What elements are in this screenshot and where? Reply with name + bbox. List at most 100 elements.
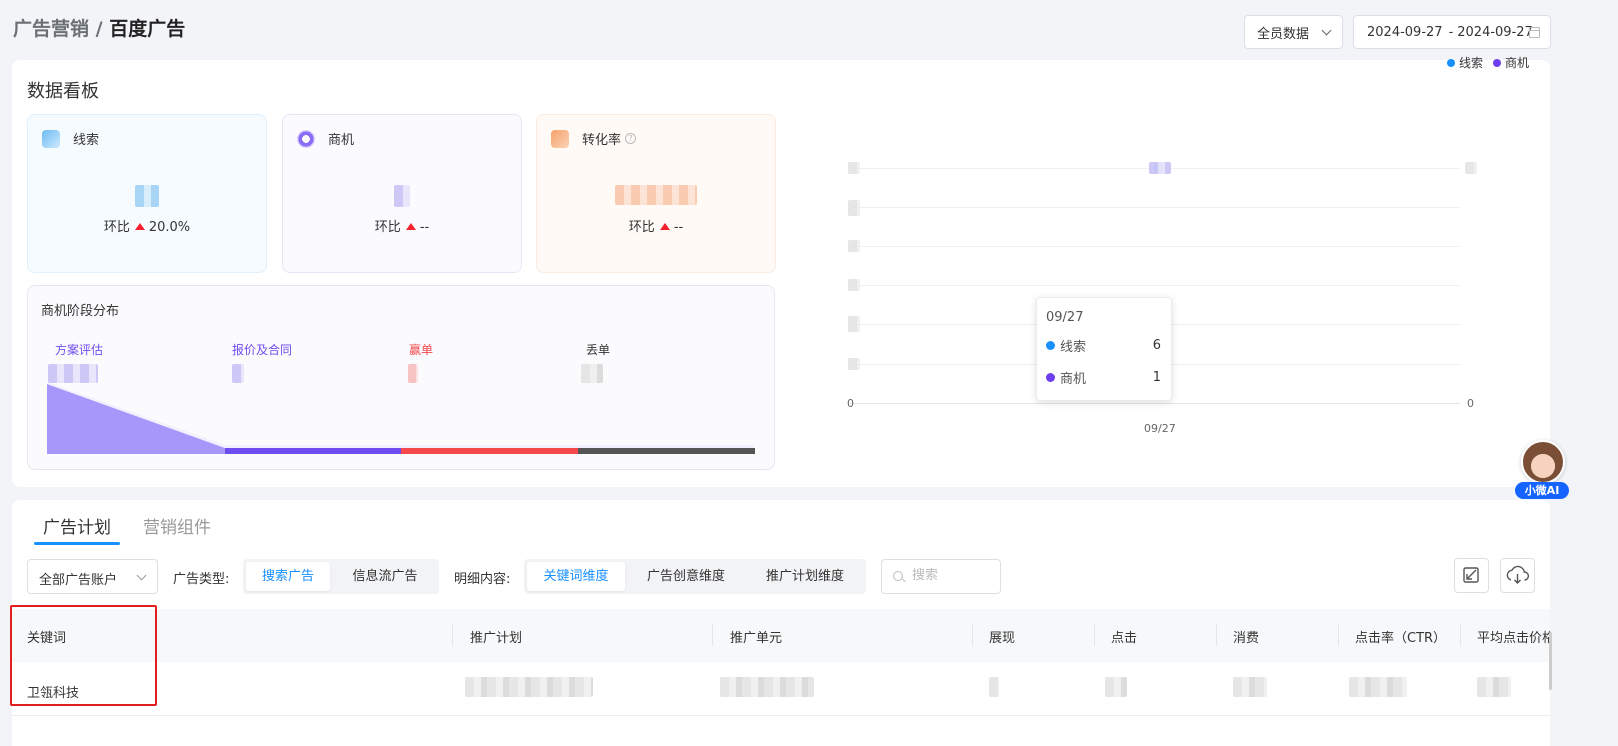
column-divider[interactable] — [1094, 624, 1095, 646]
column-divider[interactable] — [1216, 624, 1217, 646]
cloud-download-icon — [1506, 565, 1530, 584]
export-button[interactable] — [1454, 558, 1489, 593]
stat-label: 商机 — [328, 133, 355, 148]
tooltip-series-value: 1 — [1152, 370, 1161, 385]
stage-value-redacted — [408, 364, 418, 383]
stage-value-redacted — [581, 364, 603, 383]
page-title: 百度广告 — [109, 18, 186, 40]
column-header: 展现 — [989, 631, 1016, 646]
tooltip-row: 线索 6 — [1046, 336, 1161, 355]
ad-plan-section: 广告计划 营销组件 全部广告账户 广告类型: 搜索广告 信息流广告 明细内容: … — [12, 500, 1550, 746]
stat-ratio: 环比 -- — [537, 216, 775, 235]
data-scope-select[interactable]: 全员数据 — [1244, 15, 1343, 49]
ratio-label: 环比 — [628, 220, 655, 235]
opportunity-icon — [297, 129, 315, 148]
detail-plan[interactable]: 推广计划维度 — [748, 562, 862, 591]
y-tick-redacted-right — [1465, 162, 1477, 174]
avatar — [1521, 440, 1565, 484]
account-select[interactable]: 全部广告账户 — [27, 559, 158, 594]
trend-up-icon — [659, 223, 670, 230]
chart-legend: 线索 商机 — [1447, 54, 1529, 71]
tooltip-dot-opportunities — [1046, 373, 1055, 382]
dashboard-panel: 数据看板 线索 环比 20.0% 商机 环比 -- 转化率 ? 环比 -- 商机… — [12, 60, 1550, 487]
detail-content-label: 明细内容: — [454, 572, 511, 587]
ratio-value: -- — [419, 220, 430, 235]
download-button[interactable] — [1500, 558, 1535, 593]
date-start[interactable]: 2024-09-27 — [1367, 25, 1443, 40]
date-range-picker[interactable]: 2024-09-27 - 2024-09-27 — [1353, 15, 1551, 49]
ad-type-segmented: 搜索广告 信息流广告 — [243, 559, 439, 594]
tab-ad-plan[interactable]: 广告计划 — [43, 513, 111, 538]
table-scrollbar[interactable] — [1549, 632, 1552, 690]
ratio-value: -- — [673, 220, 684, 235]
cost-cell-redacted — [1233, 677, 1267, 697]
column-divider[interactable] — [972, 624, 973, 646]
tooltip-series-name: 线索 — [1060, 340, 1087, 355]
column-divider[interactable] — [452, 624, 453, 646]
detail-creative[interactable]: 广告创意维度 — [630, 562, 742, 591]
column-divider[interactable] — [1460, 624, 1461, 646]
ad-type-feed[interactable]: 信息流广告 — [335, 562, 435, 591]
stage-area-evaluation[interactable] — [47, 384, 225, 454]
data-point-opportunities[interactable] — [1149, 162, 1171, 174]
date-end[interactable]: 2024-09-27 — [1457, 25, 1533, 40]
y-tick-redacted — [848, 200, 860, 216]
stage-distribution: 商机阶段分布 方案评估 报价及合同 赢单 丢单 — [27, 285, 775, 470]
x-tick-label: 09/27 — [1144, 422, 1176, 435]
y-tick-redacted — [848, 162, 860, 174]
search-input[interactable] — [912, 568, 992, 583]
ratio-value: 20.0% — [148, 220, 191, 235]
ad-type-search[interactable]: 搜索广告 — [246, 562, 330, 591]
tab-marketing-components[interactable]: 营销组件 — [143, 513, 211, 538]
ctr-cell-redacted — [1349, 677, 1407, 697]
tooltip-row: 商机 1 — [1046, 368, 1161, 387]
y-axis-left-min: 0 — [847, 397, 854, 410]
dashboard-title: 数据看板 — [27, 81, 99, 102]
column-header: 推广单元 — [730, 631, 783, 646]
stat-card-conversion: 转化率 ? 环比 -- — [536, 114, 776, 273]
legend-dot-opportunities — [1493, 58, 1502, 67]
y-tick-redacted — [848, 358, 860, 370]
ai-assistant-button[interactable]: 小微AI — [1515, 440, 1571, 500]
active-tab-indicator — [34, 542, 120, 545]
help-icon[interactable]: ? — [625, 133, 637, 144]
tooltip-series-value: 6 — [1152, 338, 1161, 353]
tooltip-series-name: 商机 — [1060, 372, 1087, 387]
column-divider[interactable] — [1338, 624, 1339, 646]
annotation-highlight-box — [10, 605, 157, 706]
breadcrumb: 广告营销 / 百度广告 — [13, 14, 185, 41]
export-icon — [1463, 567, 1479, 583]
trend-up-icon — [405, 223, 416, 230]
ratio-label: 环比 — [374, 220, 401, 235]
search-field[interactable] — [881, 559, 1001, 594]
tooltip-dot-leads — [1046, 341, 1055, 350]
stage-label: 赢单 — [409, 343, 434, 357]
avg-cpc-cell-redacted — [1477, 677, 1511, 697]
clicks-cell-redacted — [1105, 677, 1127, 697]
gridline — [850, 285, 1460, 286]
stat-ratio: 环比 -- — [283, 216, 521, 235]
legend-item[interactable]: 线索 — [1459, 54, 1483, 71]
search-icon — [893, 571, 903, 581]
stage-bar-lost[interactable] — [578, 448, 755, 454]
detail-keyword[interactable]: 关键词维度 — [527, 562, 625, 591]
y-axis-right-min: 0 — [1467, 397, 1474, 410]
breadcrumb-parent[interactable]: 广告营销 — [13, 18, 89, 40]
stat-card-opportunities: 商机 环比 -- — [282, 114, 522, 273]
chevron-down-icon — [136, 570, 147, 581]
stage-funnel — [47, 382, 755, 454]
ratio-label: 环比 — [103, 220, 130, 235]
column-divider[interactable] — [712, 624, 713, 646]
column-header: 点击率（CTR） — [1355, 631, 1447, 646]
impressions-cell-redacted — [989, 677, 999, 697]
stage-bar-quote[interactable] — [225, 448, 401, 454]
legend-item[interactable]: 商机 — [1505, 54, 1529, 71]
gridline — [850, 207, 1460, 208]
conversion-icon — [551, 129, 569, 148]
stat-card-leads: 线索 环比 20.0% — [27, 114, 267, 273]
column-header: 点击 — [1111, 631, 1138, 646]
y-tick-redacted — [848, 240, 860, 252]
stage-bar-win[interactable] — [401, 448, 578, 454]
table-row[interactable]: 卫瓴科技 — [12, 662, 1550, 716]
tooltip-date: 09/27 — [1046, 310, 1084, 325]
